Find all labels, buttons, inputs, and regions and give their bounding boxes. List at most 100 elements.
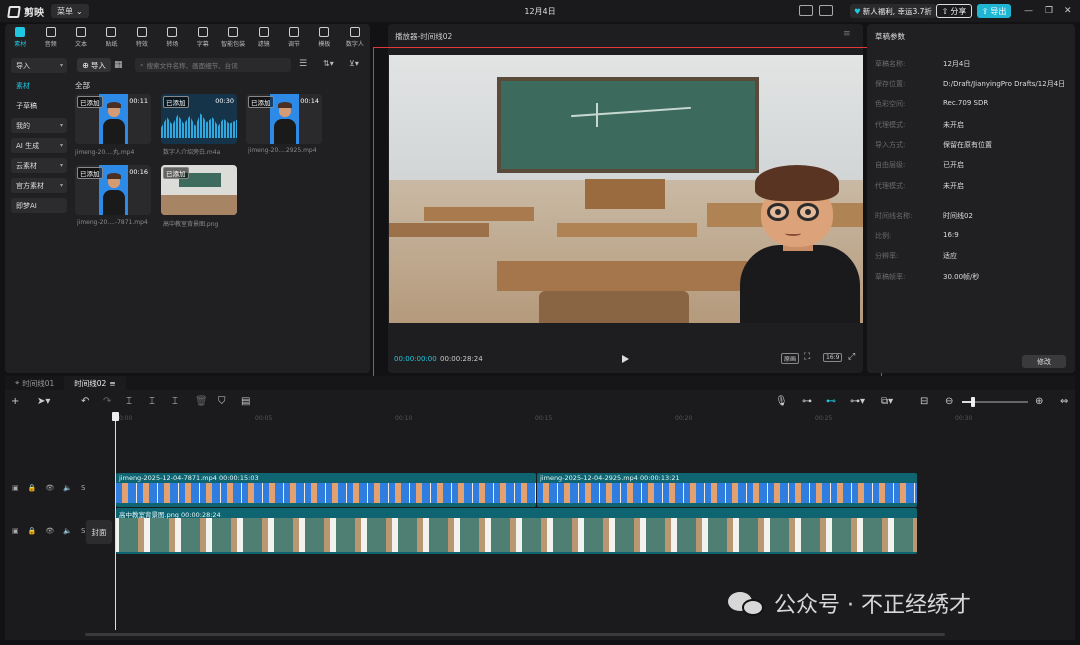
search-input[interactable]: ⌕ 搜索文件名称、画面细节、台词 [135,58,291,72]
media-item-video-3[interactable]: 已添加 00:16 [75,165,151,215]
tab-filter[interactable]: 滤镜 [248,24,278,50]
timeline-scrollbar[interactable] [85,633,945,636]
time-ruler[interactable]: 00:00 00:05 00:10 00:15 00:20 00:25 00:30 [115,414,1075,424]
share-label: 分享 [950,6,967,16]
split-icon[interactable]: ⌶ [126,396,132,408]
magnet-icon[interactable]: ⊷ [826,396,836,408]
split-track-icon[interactable]: S [81,527,85,535]
media-item-audio[interactable]: 已添加 00:30 [161,94,237,144]
media-item-image[interactable]: 已添加 [161,165,237,215]
eye-icon[interactable]: 👁 [45,484,54,492]
add-icon[interactable]: + [11,396,19,408]
eye-icon[interactable]: 👁 [45,527,54,535]
sidebar-item-3[interactable]: 我的 ▾ [11,118,67,133]
tab-label: 特效 [135,40,148,48]
fullscreen-icon[interactable]: ⤢ [848,352,855,362]
property-row: 分辨率: 适应 [875,251,1075,261]
crop-icon[interactable]: ⛶ [804,352,810,362]
split-right-icon[interactable]: ⌶ [172,396,178,408]
cover-button[interactable]: 封面 [86,520,112,544]
speaker-icon[interactable]: 🔈 [63,484,72,492]
export-button[interactable]: ⇪ 导出 [977,4,1011,18]
promo-button[interactable]: ♥ 新人福利, 幸运3.7折 [850,4,936,18]
media-filename: 数字人介绍旁白.m4a [163,149,221,156]
tab-caption[interactable]: 字幕 [188,24,218,50]
fit-icon[interactable]: ⇔ [1060,396,1068,408]
grid-view-icon[interactable]: ▦ [114,60,123,70]
tab-template[interactable]: 模板 [309,24,339,50]
tab-media[interactable]: 素材 [5,24,35,50]
link-icon[interactable]: ⊶ [802,396,812,408]
tab-audio[interactable]: 音频 [35,24,65,50]
tab-sticker[interactable]: 贴纸 [96,24,126,50]
track-icon[interactable]: ⊟ [920,396,928,408]
caption-ai-icon[interactable]: ▤ [241,396,250,408]
sidebar-item-4[interactable]: AI 生成 ▾ [11,138,67,153]
zoom-slider-handle[interactable] [971,397,975,407]
tab-timeline-01[interactable]: ⌖ 时间线01 [5,376,64,390]
tab-effects[interactable]: 特效 [127,24,157,50]
tab-timeline-02[interactable]: 时间线02 ≡ [64,376,126,390]
tab-transition[interactable]: 转场 [157,24,187,50]
all-filter-label[interactable]: 全部 [75,80,90,91]
video-preview[interactable] [389,55,863,323]
delete-icon[interactable]: 🗑 [195,396,208,408]
tab-smart-pack[interactable]: 智能包装 [218,24,248,50]
property-value: Rec.709 SDR [943,99,989,107]
quality-button[interactable]: 原画 [781,353,800,364]
link-clip-icon[interactable]: ⊶▾ [850,396,865,408]
sidebar-item-label: 即梦AI [16,201,37,210]
duration-label: 00:30 [215,97,234,105]
lock-icon[interactable]: 🔒 [28,484,37,492]
microphone-icon[interactable]: 🎙 [775,396,788,408]
shield-icon[interactable]: ⛉ [218,396,226,408]
sidebar-item-1[interactable]: 素材 [11,78,67,93]
modify-button[interactable]: 修改 [1022,355,1066,368]
sidebar-item-7[interactable]: 即梦AI [11,198,67,213]
import-button[interactable]: ⊕ 导入 [77,58,111,72]
sort-icon[interactable]: ⇅▾ [323,59,334,68]
video-clip-1[interactable]: jimeng-2025-12-04-7871.mp4 00:00:15:03 [116,473,536,507]
image-clip[interactable]: 高中教室背景图.png 00:00:28:24 [116,508,917,554]
tab-text[interactable]: 文本 [66,24,96,50]
preview-axis-icon[interactable]: ⧉▾ [881,396,893,408]
ratio-button[interactable]: 16:9 [823,353,843,362]
layout-icon[interactable] [799,5,813,16]
tab-digital-human[interactable]: 数字人 [340,24,370,50]
screen-icon[interactable] [819,5,833,16]
media-item-video-2[interactable]: 已添加 00:14 [246,94,322,144]
play-icon[interactable] [622,355,629,363]
list-view-icon[interactable]: ☰ [299,59,307,69]
sidebar-item-2[interactable]: 子草稿 [11,98,67,113]
filter-icon[interactable]: ⊻▾ [349,59,359,68]
lock-icon[interactable]: 🔒 [28,527,37,535]
split-left-icon[interactable]: ⌶ [149,396,155,408]
zoom-out-icon[interactable]: ⊖ [945,396,953,408]
zoom-slider[interactable] [962,397,1028,407]
media-item-video-1[interactable]: 已添加 00:11 [75,94,151,144]
ruler-tick-label: 00:05 [255,415,273,422]
playhead-handle[interactable] [112,412,119,421]
sidebar-item-6[interactable]: 官方素材 ▾ [11,178,67,193]
tab-adjust[interactable]: 调节 [279,24,309,50]
speaker-icon[interactable]: 🔈 [63,527,72,535]
minimize-icon[interactable]: — [1024,6,1033,16]
property-key: 草稿帧率: [875,273,906,281]
property-value: 保留在原有位置 [943,141,992,149]
player-menu-icon[interactable]: ≡ [843,29,851,39]
sidebar-item-0[interactable]: 导入 ▾ [11,58,67,73]
select-cursor-icon[interactable]: ➤▾ [37,396,50,408]
track-cover-icon[interactable]: ▣ [12,527,19,535]
zoom-in-icon[interactable]: ⊕ [1035,396,1043,408]
maximize-icon[interactable]: ❐ [1045,6,1053,16]
share-button[interactable]: ⇧ 分享 [936,4,972,18]
redo-icon[interactable]: ↷ [103,396,111,408]
video-clip-2[interactable]: jimeng-2025-12-04-2925.mp4 00:00:13:21 [537,473,917,507]
clip-name: jimeng-2025-12-04-7871.mp4 [119,474,217,482]
close-icon[interactable]: ✕ [1064,6,1072,16]
undo-icon[interactable]: ↶ [81,396,89,408]
sidebar-item-5[interactable]: 云素材 ▾ [11,158,67,173]
track-cover-icon[interactable]: ▣ [12,484,19,492]
playhead[interactable] [112,412,119,630]
split-track-icon[interactable]: S [81,484,85,492]
